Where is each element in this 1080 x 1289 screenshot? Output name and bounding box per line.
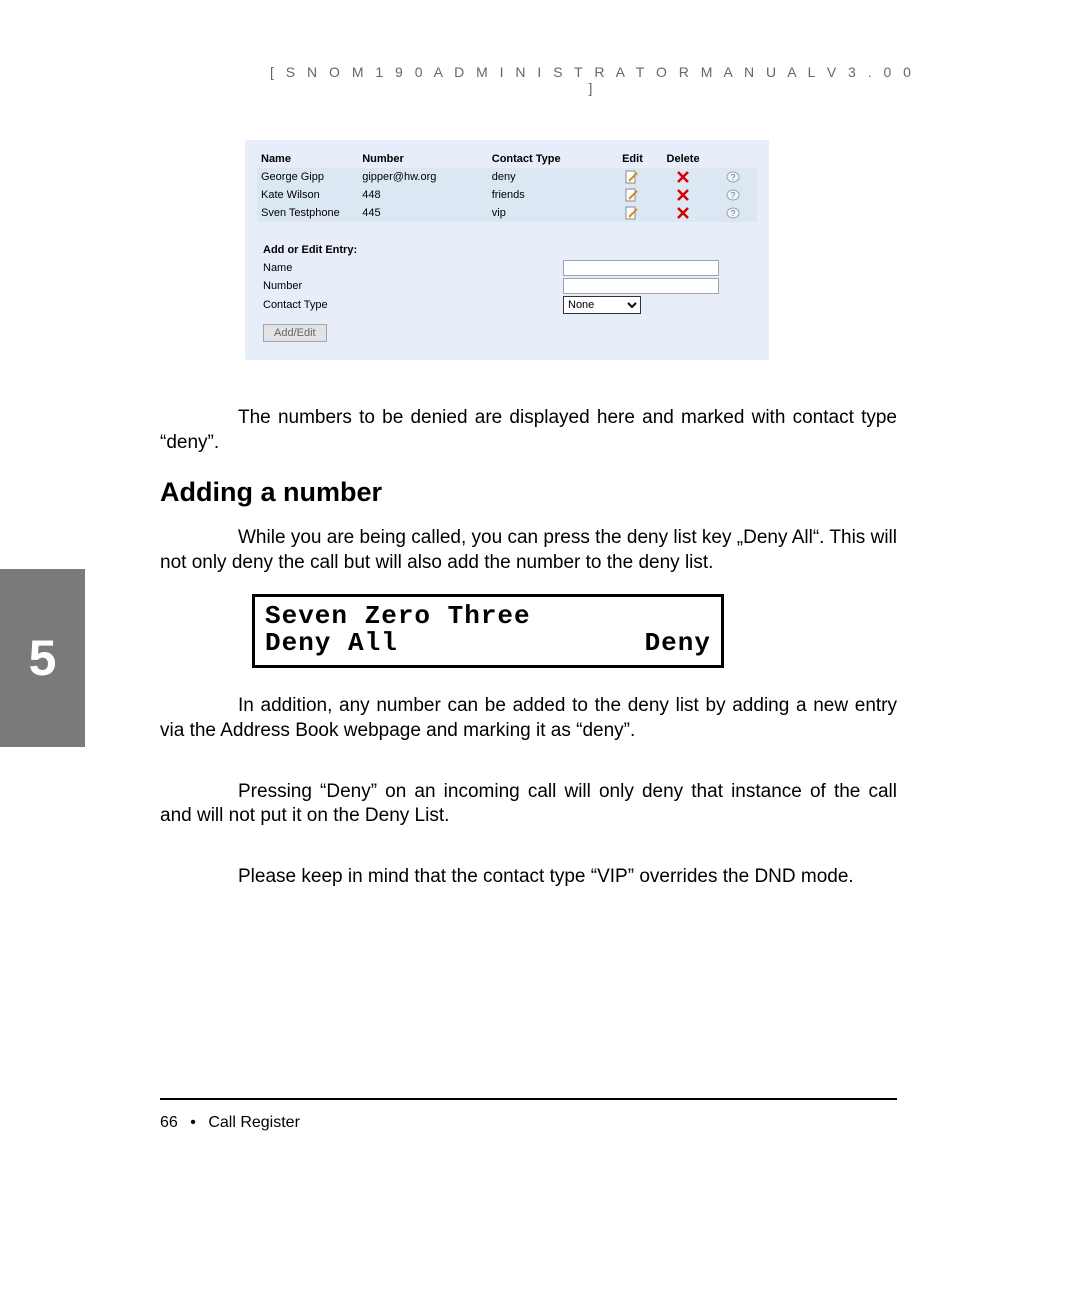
contact-type-label: Contact Type <box>263 299 563 311</box>
delete-icon[interactable] <box>677 189 689 201</box>
edit-icon[interactable] <box>625 171 639 183</box>
page-number: 66 <box>160 1114 178 1131</box>
svg-text:?: ? <box>730 173 735 182</box>
cell-name: George Gipp <box>257 168 358 186</box>
body-paragraph: Please keep in mind that the contact typ… <box>160 865 897 890</box>
help-icon[interactable]: ? <box>726 189 740 201</box>
lcd-softkey-right: Deny <box>645 630 711 657</box>
lcd-display: Seven Zero Three Deny All Deny <box>252 594 724 669</box>
edit-icon[interactable] <box>625 207 639 219</box>
cell-number: 448 <box>358 186 488 204</box>
col-ctype: Contact Type <box>488 150 607 168</box>
body-paragraph: While you are being called, you can pres… <box>160 526 897 575</box>
svg-text:?: ? <box>730 209 735 218</box>
col-delete: Delete <box>658 150 709 168</box>
number-field[interactable] <box>563 278 719 294</box>
name-label: Name <box>263 262 563 274</box>
cell-name: Kate Wilson <box>257 186 358 204</box>
footer-section: Call Register <box>208 1114 300 1131</box>
col-number: Number <box>358 150 488 168</box>
cell-ctype: deny <box>488 168 607 186</box>
heading-adding-number: Adding a number <box>160 477 897 508</box>
help-icon[interactable]: ? <box>726 207 740 219</box>
page-footer: 66 • Call Register <box>160 1114 300 1132</box>
address-book-panel: Name Number Contact Type Edit Delete Geo… <box>245 140 769 360</box>
delete-icon[interactable] <box>677 171 689 183</box>
address-book-table: Name Number Contact Type Edit Delete Geo… <box>257 150 757 222</box>
svg-text:?: ? <box>730 191 735 200</box>
lcd-softkey-left: Deny All <box>265 630 398 657</box>
lcd-line1: Seven Zero Three <box>265 603 711 630</box>
delete-icon[interactable] <box>677 207 689 219</box>
page-header: [ S N O M 1 9 0 A D M I N I S T R A T O … <box>265 64 920 96</box>
cell-ctype: vip <box>488 204 607 222</box>
contact-type-select[interactable]: None <box>563 296 641 314</box>
body-paragraph: In addition, any number can be added to … <box>160 694 897 743</box>
footer-rule <box>160 1098 897 1100</box>
cell-number: 445 <box>358 204 488 222</box>
add-edit-button[interactable]: Add/Edit <box>263 324 327 342</box>
table-row: Kate Wilson 448 friends ? <box>257 186 757 204</box>
table-row: Sven Testphone 445 vip ? <box>257 204 757 222</box>
chapter-tab: 5 <box>0 569 85 747</box>
name-field[interactable] <box>563 260 719 276</box>
col-name: Name <box>257 150 358 168</box>
add-edit-form: Add or Edit Entry: Name Number Contact T… <box>257 244 757 342</box>
table-row: George Gipp gipper@hw.org deny ? <box>257 168 757 186</box>
edit-icon[interactable] <box>625 189 639 201</box>
form-title: Add or Edit Entry: <box>263 244 757 256</box>
cell-ctype: friends <box>488 186 607 204</box>
cell-name: Sven Testphone <box>257 204 358 222</box>
col-edit: Edit <box>607 150 658 168</box>
cell-number: gipper@hw.org <box>358 168 488 186</box>
body-paragraph: Pressing “Deny” on an incoming call will… <box>160 780 897 829</box>
number-label: Number <box>263 280 563 292</box>
footer-bullet: • <box>182 1114 204 1131</box>
help-icon[interactable]: ? <box>726 171 740 183</box>
body-paragraph: The numbers to be denied are displayed h… <box>160 406 897 455</box>
